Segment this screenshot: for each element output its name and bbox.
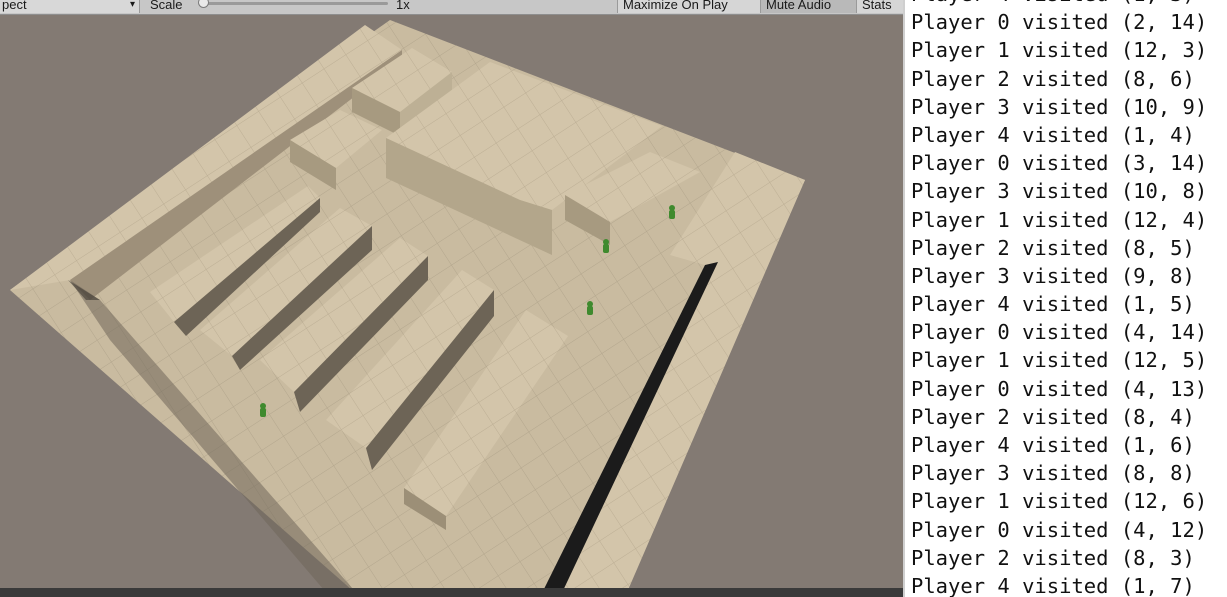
log-line[interactable]: Player 4 visited (1, 6)	[911, 431, 1207, 459]
agent-figure	[587, 301, 593, 315]
log-line[interactable]: Player 1 visited (12, 5)	[911, 346, 1207, 374]
log-line[interactable]: Player 3 visited (8, 8)	[911, 459, 1207, 487]
log-list: Player 4 visited (1, 3)Player 0 visited …	[911, 0, 1207, 597]
log-line[interactable]: Player 3 visited (10, 9)	[911, 93, 1207, 121]
log-line[interactable]: Player 1 visited (12, 3)	[911, 36, 1207, 64]
agent-figure	[260, 403, 266, 417]
log-line[interactable]: Player 4 visited (1, 5)	[911, 290, 1207, 318]
scale-value: 1x	[396, 0, 410, 12]
log-line[interactable]: Player 4 visited (1, 3)	[911, 0, 1207, 8]
aspect-label: pect	[2, 0, 27, 12]
game-view-toolbar: pect ▾ Scale 1x Maximize On Play Mute Au…	[0, 0, 903, 15]
log-line[interactable]: Player 0 visited (3, 14)	[911, 149, 1207, 177]
log-line[interactable]: Player 4 visited (1, 4)	[911, 121, 1207, 149]
console-log[interactable]: Player 4 visited (1, 3)Player 0 visited …	[903, 0, 1227, 597]
log-line[interactable]: Player 2 visited (8, 6)	[911, 65, 1207, 93]
mute-audio-toggle[interactable]: Mute Audio	[760, 0, 863, 13]
aspect-dropdown[interactable]: pect ▾	[0, 0, 140, 13]
maximize-on-play-toggle[interactable]: Maximize On Play	[617, 0, 765, 13]
log-line[interactable]: Player 1 visited (12, 4)	[911, 206, 1207, 234]
chevron-down-icon: ▾	[129, 0, 135, 10]
log-line[interactable]: Player 4 visited (1, 7)	[911, 572, 1207, 597]
log-line[interactable]: Player 2 visited (8, 4)	[911, 403, 1207, 431]
log-line[interactable]: Player 2 visited (8, 5)	[911, 234, 1207, 262]
log-line[interactable]: Player 3 visited (9, 8)	[911, 262, 1207, 290]
scale-label: Scale	[150, 0, 183, 12]
game-scene[interactable]	[0, 0, 903, 597]
log-line[interactable]: Player 1 visited (12, 6)	[911, 487, 1207, 515]
log-line[interactable]: Player 0 visited (4, 14)	[911, 318, 1207, 346]
agent-figure	[669, 205, 675, 219]
stats-toggle[interactable]: Stats	[856, 0, 903, 13]
log-line[interactable]: Player 0 visited (4, 12)	[911, 516, 1207, 544]
log-line[interactable]: Player 0 visited (4, 13)	[911, 375, 1207, 403]
scale-slider-thumb[interactable]	[198, 0, 209, 8]
scale-slider-track[interactable]	[200, 2, 388, 5]
log-line[interactable]: Player 3 visited (10, 8)	[911, 177, 1207, 205]
game-view[interactable]: pect ▾ Scale 1x Maximize On Play Mute Au…	[0, 0, 903, 597]
status-strip	[0, 588, 903, 597]
agent-figure	[603, 239, 609, 253]
log-line[interactable]: Player 0 visited (2, 14)	[911, 8, 1207, 36]
log-line[interactable]: Player 2 visited (8, 3)	[911, 544, 1207, 572]
